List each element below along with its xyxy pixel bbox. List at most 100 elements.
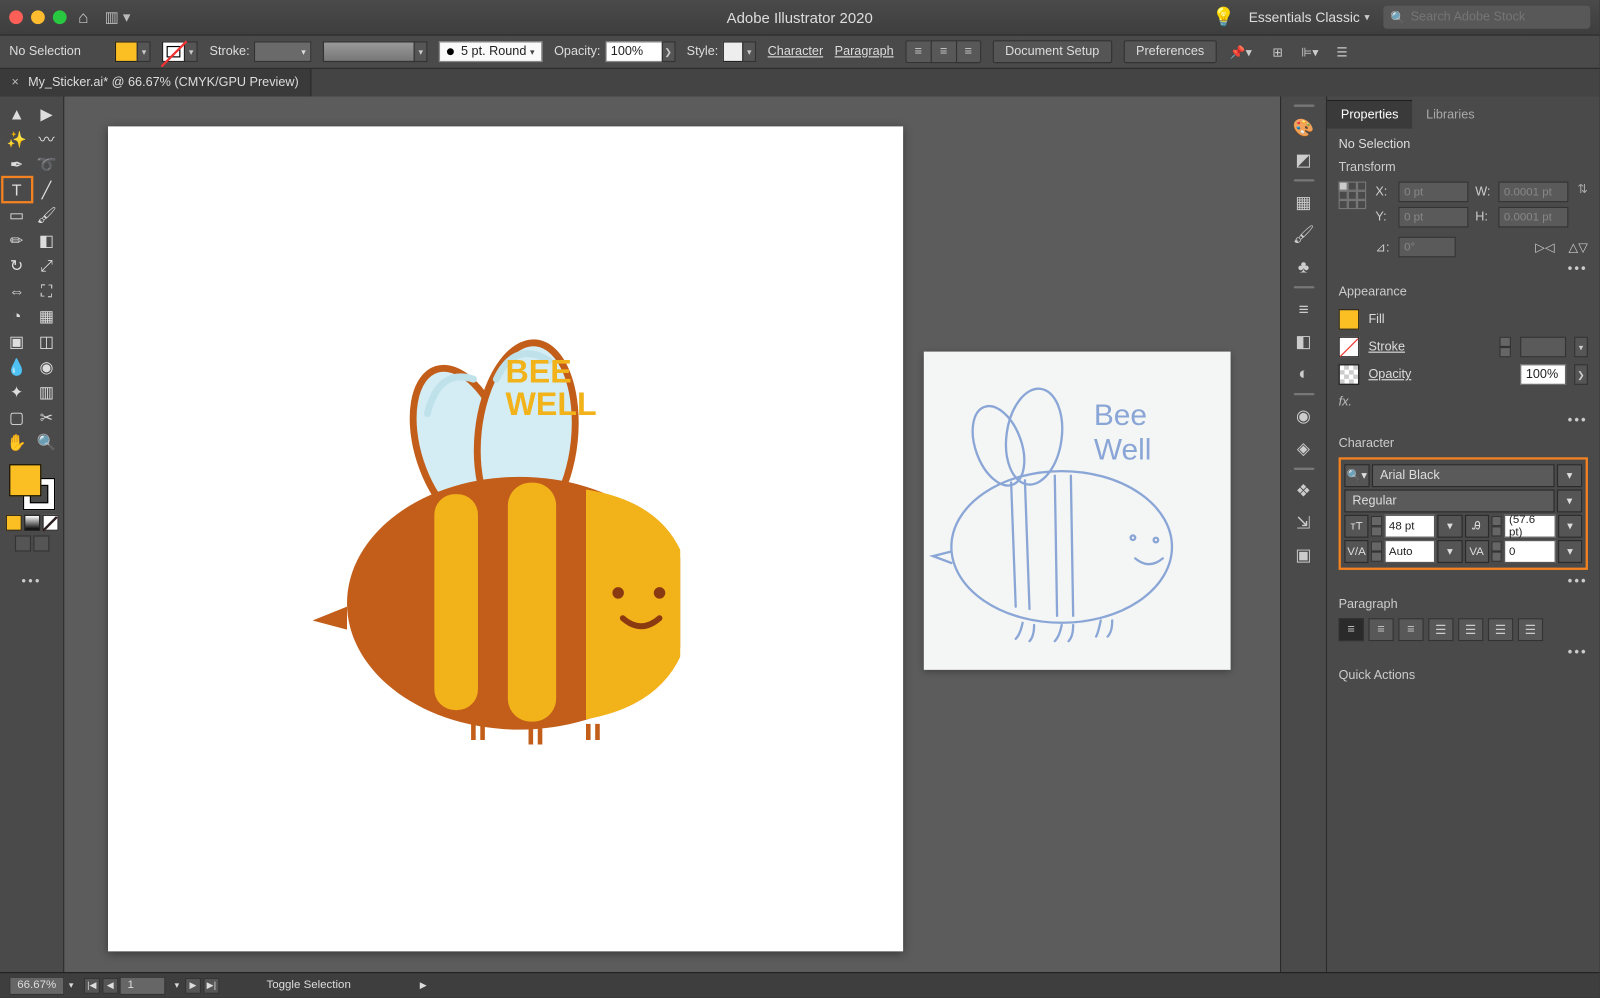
stroke-swatch[interactable]	[162, 41, 185, 62]
color-guide-panel-icon[interactable]: ◩	[1289, 145, 1319, 175]
opacity-dd-panel[interactable]: ❯	[1574, 364, 1588, 385]
stock-search-input[interactable]	[1411, 10, 1584, 24]
rotate-tool[interactable]: ↻	[2, 253, 32, 278]
status-play-icon[interactable]: ▶	[420, 980, 427, 990]
column-graph-tool[interactable]: ▥	[32, 379, 62, 404]
direct-selection-tool[interactable]: ▶	[32, 101, 62, 126]
flip-v-icon[interactable]: △▽	[1568, 240, 1587, 255]
appearance-panel-icon[interactable]: ◉	[1289, 401, 1319, 431]
stock-search[interactable]: 🔍	[1383, 6, 1590, 29]
fill-dropdown[interactable]: ▾	[137, 41, 151, 62]
brush-definition[interactable]: 5 pt. Round▾	[439, 41, 542, 62]
stroke-swatch-panel[interactable]	[1339, 337, 1360, 358]
tracking-field[interactable]: 0	[1504, 540, 1555, 563]
appearance-more-button[interactable]: •••	[1339, 414, 1588, 428]
w-input[interactable]: 0.0001 pt	[1498, 182, 1568, 203]
artboard-dd-icon[interactable]: ▾	[175, 980, 180, 990]
hand-tool[interactable]: ✋	[2, 430, 32, 455]
workspace-switcher[interactable]: Essentials Classic	[1249, 9, 1360, 25]
reference-sketch[interactable]: Bee Well	[924, 352, 1231, 670]
graphic-styles-panel-icon[interactable]: ◈	[1289, 433, 1319, 463]
rectangle-tool[interactable]: ▭	[2, 202, 32, 227]
para-justify-all[interactable]: ☰	[1518, 618, 1543, 641]
close-tab-icon[interactable]: ×	[11, 76, 18, 90]
fill-stroke-control[interactable]	[9, 464, 55, 510]
color-mode-button[interactable]	[5, 515, 21, 531]
layers-panel-icon[interactable]: ❖	[1289, 476, 1319, 506]
symbol-sprayer-tool[interactable]: ✦	[2, 379, 32, 404]
mesh-tool[interactable]: ▣	[2, 329, 32, 354]
eyedropper-tool[interactable]: 💧	[2, 354, 32, 379]
artwork-text[interactable]: BEE WELL	[506, 356, 597, 420]
graphic-style-swatch[interactable]	[723, 41, 744, 62]
flip-h-icon[interactable]: ▷◁	[1535, 240, 1554, 255]
swatches-panel-icon[interactable]: ▦	[1289, 187, 1319, 217]
font-dd[interactable]: ▾	[1557, 464, 1582, 487]
opacity-dropdown[interactable]: ❯	[661, 41, 675, 62]
font-size-dd[interactable]: ▾	[1438, 515, 1462, 538]
gradient-panel-icon[interactable]: ◧	[1289, 326, 1319, 356]
preferences-button[interactable]: Preferences	[1123, 40, 1216, 63]
font-style-field[interactable]: Regular	[1344, 489, 1554, 512]
x-input[interactable]: 0 pt	[1398, 182, 1468, 203]
stroke-weight-field[interactable]	[1520, 337, 1566, 358]
document-tab[interactable]: × My_Sticker.ai* @ 66.67% (CMYK/GPU Prev…	[0, 69, 311, 97]
stroke-label-panel[interactable]: Stroke	[1368, 340, 1490, 354]
angle-input[interactable]: 0°	[1398, 237, 1455, 258]
paintbrush-tool[interactable]: 🖌	[32, 202, 62, 227]
slice-tool[interactable]: ✂	[32, 404, 62, 429]
gradient-mode-button[interactable]	[24, 515, 40, 531]
character-more-button[interactable]: •••	[1339, 575, 1588, 589]
para-justify-center[interactable]: ☰	[1458, 618, 1483, 641]
leading-field[interactable]: (57.6 pt)	[1504, 515, 1555, 538]
font-family-field[interactable]: Arial Black	[1372, 464, 1555, 487]
arrange-documents-button[interactable]: ▥ ▾	[105, 8, 131, 26]
fill-proxy[interactable]	[9, 464, 41, 496]
perspective-tool[interactable]: ▦	[32, 303, 62, 328]
pin-icon[interactable]: 📌▾	[1228, 40, 1253, 63]
y-input[interactable]: 0 pt	[1398, 207, 1468, 228]
font-search-icon[interactable]: 🔍▾	[1344, 464, 1369, 487]
gradient-tool[interactable]: ◫	[32, 329, 62, 354]
full-screen-button[interactable]	[33, 535, 49, 551]
para-align-center[interactable]: ≡	[1368, 618, 1393, 641]
color-panel-icon[interactable]: 🎨	[1289, 113, 1319, 143]
opacity-swatch-panel[interactable]	[1339, 364, 1360, 385]
none-mode-button[interactable]	[42, 515, 58, 531]
magic-wand-tool[interactable]: ✨	[2, 126, 32, 151]
document-setup-button[interactable]: Document Setup	[992, 40, 1111, 63]
pen-tool[interactable]: ✒	[2, 152, 32, 177]
opacity-value-panel[interactable]: 100%	[1520, 364, 1566, 385]
width-tool[interactable]: ⇔	[2, 278, 32, 303]
stroke-panel-icon[interactable]: ≡	[1289, 294, 1319, 324]
selection-tool[interactable]: ▲	[2, 101, 32, 126]
artboard-tool[interactable]: ▢	[2, 404, 32, 429]
leading-stepper[interactable]	[1491, 516, 1502, 537]
leading-dd[interactable]: ▾	[1558, 515, 1582, 538]
lasso-tool[interactable]: 〰	[32, 126, 62, 151]
para-justify-left[interactable]: ☰	[1428, 618, 1453, 641]
last-artboard-button[interactable]: ▶|	[203, 977, 219, 993]
para-justify-right[interactable]: ☰	[1488, 618, 1513, 641]
opacity-input[interactable]: 100%	[605, 41, 662, 62]
kerning-field[interactable]: Auto	[1384, 540, 1435, 563]
font-size-stepper[interactable]	[1371, 516, 1382, 537]
minimize-window-button[interactable]	[31, 10, 45, 24]
transparency-panel-icon[interactable]: ◐	[1289, 358, 1319, 388]
zoom-window-button[interactable]	[53, 10, 67, 24]
line-tool[interactable]: ╱	[32, 177, 62, 202]
shape-builder-tool[interactable]: ◔	[2, 303, 32, 328]
brushes-panel-icon[interactable]: 🖌	[1289, 219, 1319, 249]
para-align-right[interactable]: ≡	[1398, 618, 1423, 641]
fill-swatch-panel[interactable]	[1339, 309, 1360, 330]
scale-tool[interactable]: ⤢	[32, 253, 62, 278]
stroke-weight-stepper[interactable]	[1499, 337, 1510, 358]
tab-libraries[interactable]: Libraries	[1412, 101, 1488, 129]
paragraph-more-button[interactable]: •••	[1339, 646, 1588, 660]
vwp-dropdown[interactable]: ▾	[414, 41, 428, 62]
discover-icon[interactable]: 💡	[1212, 6, 1235, 29]
paragraph-link[interactable]: Paragraph	[835, 45, 894, 59]
bee-artwork[interactable]	[301, 310, 680, 747]
fill-label[interactable]: Fill	[1368, 313, 1587, 327]
tab-properties[interactable]: Properties	[1327, 100, 1412, 129]
